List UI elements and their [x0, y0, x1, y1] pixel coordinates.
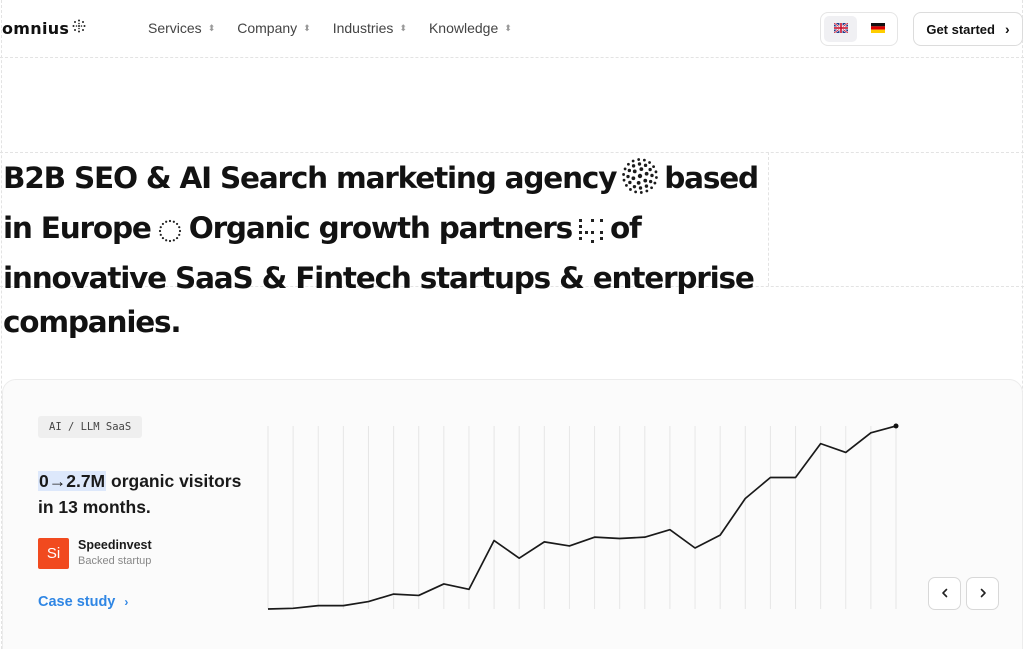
site-header: omnius Services ⬍ Company ⬍ Industries ⬍: [0, 0, 1024, 57]
main-nav: Services ⬍ Company ⬍ Industries ⬍ Knowle…: [148, 20, 512, 36]
chevron-right-icon: [978, 585, 988, 603]
case-study-label: Case study: [38, 594, 116, 610]
dotted-circle-icon: [157, 212, 183, 256]
hero-text-part1: B2B SEO & AI Search marketing agency: [3, 161, 617, 195]
chevron-updown-icon: ⬍: [504, 22, 512, 33]
case-study-link[interactable]: Case study ›: [38, 594, 128, 610]
chevron-updown-icon: ⬍: [207, 22, 216, 33]
stat-highlight: 0→2.7M: [38, 471, 107, 491]
nav-item-label: Company: [237, 20, 298, 36]
hero-text-part3: Organic growth partners: [188, 211, 573, 245]
client-brand: Si Speedinvest Backed startup: [38, 537, 152, 569]
dotted-square-icon: [578, 212, 604, 256]
dot-sphere-icon: [622, 158, 659, 206]
language-en-button[interactable]: [824, 16, 857, 42]
get-started-button[interactable]: Get started ›: [913, 12, 1023, 46]
logo-dots-icon: [72, 19, 86, 38]
case-stat: 0→2.7M organic visitors in 13 months.: [38, 468, 258, 520]
hero-headline: B2B SEO & AI Search marketing agency base…: [3, 156, 769, 344]
chevron-updown-icon: ⬍: [399, 22, 407, 33]
nav-item-company[interactable]: Company ⬍: [237, 20, 310, 36]
nav-item-label: Industries: [332, 20, 394, 36]
growth-chart: [267, 423, 899, 610]
guide-line: [0, 57, 1024, 58]
next-button[interactable]: [966, 577, 999, 610]
speedinvest-logo: Si: [38, 537, 69, 569]
series-line: [267, 425, 897, 610]
logo[interactable]: omnius: [2, 19, 86, 38]
get-started-label: Get started: [926, 21, 995, 37]
guide-line: [0, 152, 1024, 153]
logo-text: omnius: [2, 19, 70, 38]
chevron-right-icon: ›: [124, 595, 129, 609]
nav-item-label: Services: [148, 20, 202, 36]
brand-subtitle: Backed startup: [78, 555, 152, 567]
previous-button[interactable]: [928, 577, 961, 610]
nav-item-industries[interactable]: Industries ⬍: [333, 20, 407, 36]
chevron-right-icon: ›: [1004, 21, 1010, 37]
category-tag: AI / LLM SaaS: [38, 416, 143, 438]
nav-item-services[interactable]: Services ⬍: [148, 20, 215, 36]
language-switcher: [820, 12, 898, 46]
germany-flag-icon: [870, 20, 885, 38]
nav-item-knowledge[interactable]: Knowledge ⬍: [429, 20, 512, 36]
chevron-left-icon: [940, 585, 950, 603]
language-de-button[interactable]: [861, 16, 894, 42]
chevron-updown-icon: ⬍: [303, 22, 311, 33]
series-endpoint: [893, 423, 899, 429]
brand-name: Speedinvest: [78, 538, 152, 552]
uk-flag-icon: [832, 20, 849, 38]
nav-item-label: Knowledge: [428, 20, 499, 36]
